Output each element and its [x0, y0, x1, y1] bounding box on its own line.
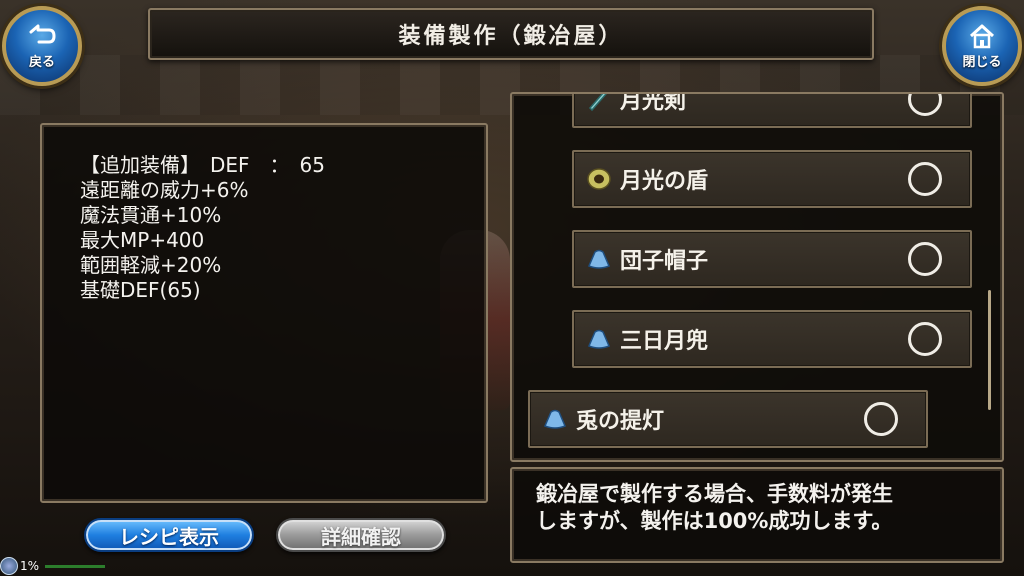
- item-name: 兎の提灯: [576, 409, 665, 434]
- message-line: しますが、製作は100%成功します。: [536, 509, 893, 533]
- status-bar: [45, 564, 106, 568]
- lantern-icon: [544, 409, 566, 429]
- title-bar: 装備製作（鍛冶屋）: [148, 8, 874, 60]
- close-label: 閉じる: [962, 54, 1002, 70]
- list-item-gekkou-shield[interactable]: 月光の盾: [572, 150, 972, 208]
- stat-line: 遠距離の威力+6%: [80, 178, 249, 202]
- select-radio[interactable]: [908, 242, 942, 276]
- recipe-button[interactable]: レシピ表示: [84, 518, 254, 552]
- sword-icon: [588, 94, 607, 112]
- back-button[interactable]: 戻る: [2, 6, 82, 86]
- status-icon: [0, 557, 18, 575]
- back-arrow-icon: [29, 24, 56, 43]
- select-radio[interactable]: [908, 94, 942, 116]
- item-name: 月光の盾: [620, 169, 709, 194]
- status-indicator: 1%: [0, 556, 106, 576]
- home-icon: [969, 24, 995, 48]
- item-name: 団子帽子: [620, 249, 709, 274]
- close-button[interactable]: 閉じる: [942, 6, 1022, 86]
- list-item-gekkouken[interactable]: 月光剣: [572, 92, 972, 128]
- stat-line: 【追加装備】 DEF ： 65: [80, 153, 325, 177]
- detail-button[interactable]: 詳細確認: [276, 518, 446, 552]
- item-list-panel: 月光剣 月光の盾 団子帽子 三日月兜 兎の提灯: [510, 92, 1004, 462]
- item-name: 月光剣: [620, 92, 687, 114]
- select-radio[interactable]: [908, 162, 942, 196]
- message-panel: 鍛冶屋で製作する場合、手数料が発生 しますが、製作は100%成功します。: [510, 467, 1004, 563]
- page-title: 装備製作（鍛冶屋）: [398, 24, 624, 49]
- stat-line: 最大MP+400: [80, 228, 205, 252]
- list-item-dango-hat[interactable]: 団子帽子: [572, 230, 972, 288]
- list-item-usagi-lantern[interactable]: 兎の提灯: [528, 390, 928, 448]
- message-line: 鍛冶屋で製作する場合、手数料が発生: [536, 482, 893, 506]
- status-text: 1%: [20, 559, 40, 573]
- stats-list: 【追加装備】 DEF ： 65 遠距離の威力+6% 魔法貫通+10% 最大MP+…: [80, 153, 325, 303]
- item-name: 三日月兜: [620, 329, 709, 354]
- stat-line: 範囲軽減+20%: [80, 253, 222, 277]
- back-label: 戻る: [28, 54, 55, 70]
- list-scrollbar[interactable]: [988, 290, 991, 410]
- select-radio[interactable]: [864, 402, 898, 436]
- helmet-icon: [588, 329, 610, 349]
- stat-line: 魔法貫通+10%: [80, 203, 222, 227]
- stats-panel: 【追加装備】 DEF ： 65 遠距離の威力+6% 魔法貫通+10% 最大MP+…: [40, 123, 488, 503]
- hat-icon: [588, 249, 610, 269]
- shield-icon: [587, 168, 611, 190]
- select-radio[interactable]: [908, 322, 942, 356]
- stat-line: 基礎DEF(65): [80, 278, 201, 302]
- list-item-mikazuki-helmet[interactable]: 三日月兜: [572, 310, 972, 368]
